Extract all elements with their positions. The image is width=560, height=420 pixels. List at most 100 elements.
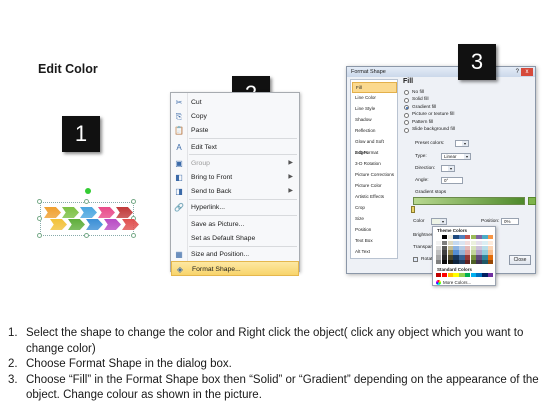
standard-color-swatch[interactable]	[482, 273, 488, 278]
nav-item-glow-and-soft-edges[interactable]: Glow and Soft Edges	[352, 137, 397, 155]
fill-option-radio[interactable]	[404, 105, 409, 110]
theme-color-swatch[interactable]	[464, 245, 471, 250]
menu-item-cut[interactable]: ✂ Cut	[171, 95, 299, 110]
preset-colors-dropdown[interactable]: ▾	[455, 140, 469, 147]
theme-color-swatch[interactable]	[441, 245, 448, 250]
resize-handle[interactable]	[84, 199, 89, 204]
theme-color-swatch[interactable]	[488, 235, 494, 240]
theme-color-swatch[interactable]	[436, 245, 442, 250]
theme-color-swatch[interactable]	[464, 250, 471, 255]
theme-color-swatch[interactable]	[453, 235, 459, 240]
fill-option-radio[interactable]	[404, 120, 409, 125]
standard-color-swatch[interactable]	[441, 273, 448, 278]
resize-handle[interactable]	[131, 233, 136, 238]
theme-color-swatch[interactable]	[447, 250, 453, 255]
theme-color-swatch[interactable]	[476, 235, 482, 240]
menu-item-send-to-back[interactable]: ◨ Send to Back ▶	[171, 184, 299, 199]
menu-item-copy[interactable]: ⎘ Copy	[171, 109, 299, 124]
theme-color-swatch[interactable]	[470, 240, 477, 246]
selected-shape[interactable]	[37, 188, 139, 242]
fill-option-radio[interactable]	[404, 112, 409, 118]
theme-color-swatch[interactable]	[436, 235, 442, 240]
theme-color-swatch[interactable]	[436, 240, 442, 246]
theme-color-swatch[interactable]	[436, 255, 442, 260]
standard-color-swatch[interactable]	[476, 273, 482, 278]
nav-item-artistic-effects[interactable]: Artistic Effects	[352, 192, 397, 203]
rotate-handle[interactable]	[85, 188, 91, 194]
theme-color-swatch[interactable]	[464, 235, 471, 240]
close-button[interactable]: Close	[509, 255, 531, 265]
theme-color-swatch[interactable]	[476, 259, 482, 265]
nav-item-alt-text[interactable]: Alt Text	[352, 247, 397, 258]
theme-color-swatch[interactable]	[488, 250, 494, 255]
type-dropdown[interactable]: Linear ▾	[441, 153, 471, 160]
menu-item-paste[interactable]: 📋 Paste	[171, 123, 299, 138]
theme-color-swatch[interactable]	[470, 259, 477, 265]
theme-color-swatch[interactable]	[482, 240, 488, 246]
nav-item-size[interactable]: Size	[352, 214, 397, 225]
color-dropdown[interactable]: ▾	[431, 218, 447, 225]
resize-handle[interactable]	[37, 233, 42, 238]
more-colors-link[interactable]: More Colors...	[443, 280, 471, 285]
close-icon[interactable]: x	[521, 68, 533, 76]
menu-item-save-as-picture[interactable]: Save as Picture...	[171, 217, 299, 232]
fill-option-radio[interactable]	[404, 127, 409, 133]
theme-color-swatch[interactable]	[453, 250, 459, 255]
theme-color-swatch[interactable]	[482, 250, 488, 255]
theme-color-swatch[interactable]	[470, 235, 477, 240]
nav-item-line-color[interactable]: Line Color	[352, 93, 397, 104]
theme-color-swatch[interactable]	[488, 245, 494, 250]
theme-color-swatch[interactable]	[470, 250, 477, 255]
theme-color-swatch[interactable]	[482, 235, 488, 240]
theme-color-swatch[interactable]	[441, 240, 448, 246]
add-stop-icon[interactable]	[528, 197, 536, 205]
fill-option-radio[interactable]	[404, 97, 409, 103]
resize-handle[interactable]	[37, 216, 42, 221]
theme-color-swatch[interactable]	[488, 240, 494, 246]
standard-color-swatch[interactable]	[488, 273, 494, 278]
resize-handle[interactable]	[84, 233, 89, 238]
standard-color-swatch[interactable]	[464, 273, 471, 278]
menu-item-hyperlink[interactable]: 🔗 Hyperlink...	[171, 200, 299, 215]
nav-item-3-d-rotation[interactable]: 3-D Rotation	[352, 159, 397, 170]
theme-color-swatch[interactable]	[476, 245, 482, 250]
theme-color-swatch[interactable]	[436, 250, 442, 255]
standard-color-swatch[interactable]	[436, 273, 442, 278]
theme-color-swatch[interactable]	[476, 250, 482, 255]
theme-color-swatch[interactable]	[453, 240, 459, 246]
nav-item-shadow[interactable]: Shadow	[352, 115, 397, 126]
position-input[interactable]: 0%	[501, 218, 519, 225]
nav-item-text-box[interactable]: Text Box	[352, 236, 397, 247]
theme-color-swatch[interactable]	[436, 259, 442, 265]
theme-color-swatch[interactable]	[459, 250, 465, 255]
nav-item-crop[interactable]: Crop	[352, 203, 397, 214]
theme-color-swatch[interactable]	[453, 245, 459, 250]
standard-color-swatch[interactable]	[459, 273, 465, 278]
theme-color-swatch[interactable]	[476, 240, 482, 246]
standard-color-swatch[interactable]	[453, 273, 459, 278]
nav-item-picture-corrections[interactable]: Picture Corrections	[352, 170, 397, 181]
nav-item-3-d-format[interactable]: 3-D Format	[352, 148, 397, 159]
menu-item-edit-text[interactable]: A Edit Text	[171, 140, 299, 155]
angle-input[interactable]: 0°	[441, 177, 463, 184]
menu-item-set-as-default-shape[interactable]: Set as Default Shape	[171, 231, 299, 246]
theme-color-swatch[interactable]	[470, 245, 477, 250]
theme-color-swatch[interactable]	[459, 259, 465, 265]
theme-color-swatch[interactable]	[441, 235, 448, 240]
theme-color-swatch[interactable]	[453, 259, 459, 265]
nav-item-line-style[interactable]: Line Style	[352, 104, 397, 115]
menu-item-format-shape[interactable]: ◈ Format Shape...	[171, 261, 299, 277]
nav-item-position[interactable]: Position	[352, 225, 397, 236]
help-icon[interactable]: ?	[516, 68, 519, 76]
theme-color-swatch[interactable]	[482, 245, 488, 250]
standard-color-swatch[interactable]	[447, 273, 453, 278]
resize-handle[interactable]	[131, 199, 136, 204]
theme-color-swatch[interactable]	[459, 240, 465, 246]
direction-dropdown[interactable]: ▾	[441, 165, 455, 172]
theme-color-swatch[interactable]	[459, 245, 465, 250]
theme-color-swatch[interactable]	[447, 259, 453, 265]
theme-color-swatch[interactable]	[488, 259, 494, 265]
theme-color-swatch[interactable]	[470, 255, 477, 260]
theme-color-swatch[interactable]	[459, 255, 465, 260]
theme-color-swatch[interactable]	[482, 259, 488, 265]
